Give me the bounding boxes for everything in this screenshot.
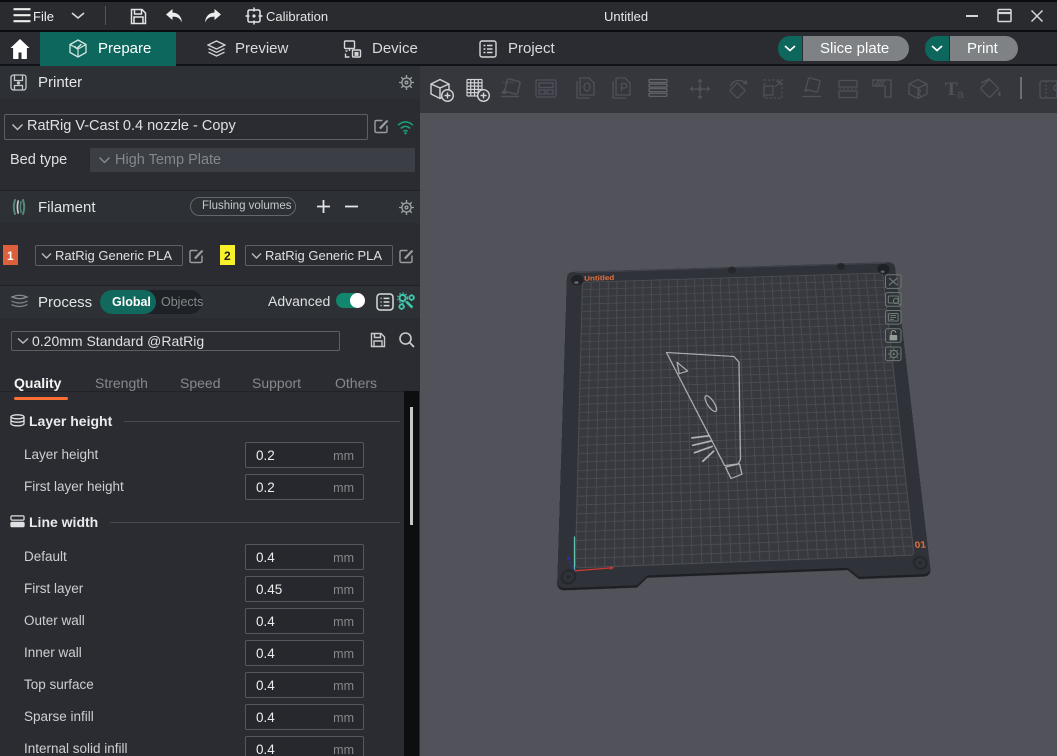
svg-text:a: a [957, 87, 964, 101]
svg-text:AUTO: AUTO [502, 80, 515, 85]
